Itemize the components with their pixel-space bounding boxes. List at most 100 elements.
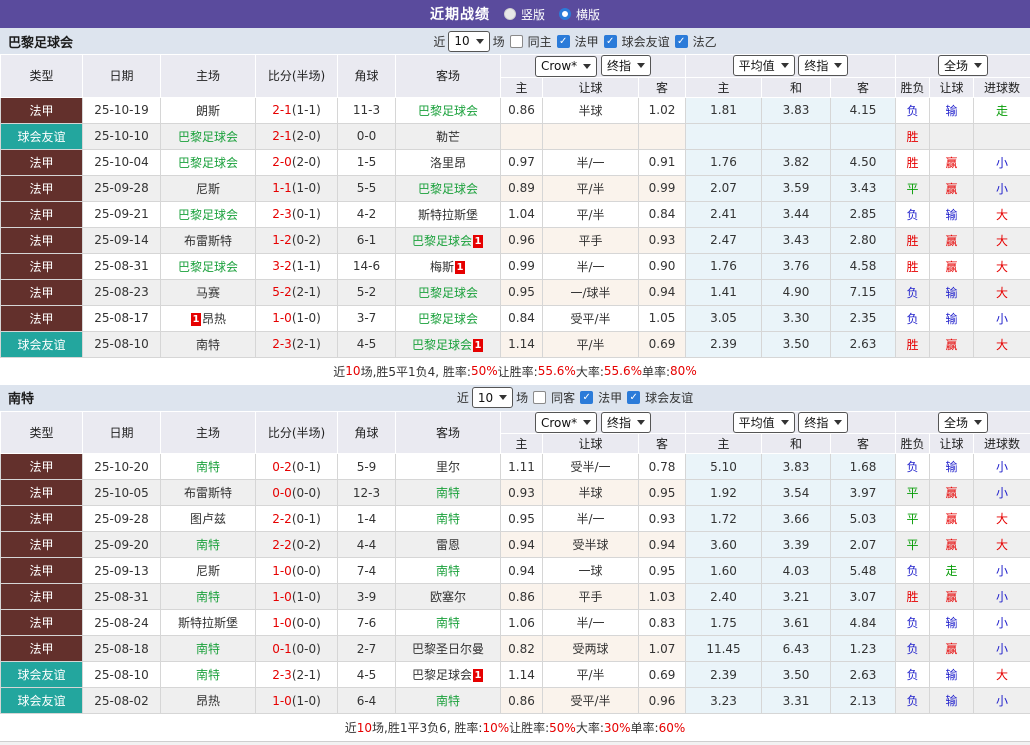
team-link[interactable]: 南特 xyxy=(196,538,220,552)
avg-draw-cell: 3.50 xyxy=(762,331,831,357)
odds-away-cell: 0.78 xyxy=(639,454,686,480)
league-checkbox[interactable]: ✓ xyxy=(627,391,640,404)
team-link[interactable]: 马赛 xyxy=(196,286,220,300)
result-group-header: 全场 xyxy=(896,411,1030,434)
team-link[interactable]: 巴黎足球会 xyxy=(418,104,478,118)
same-venue-checkbox[interactable] xyxy=(510,35,523,48)
home-team-cell: 巴黎足球会 xyxy=(161,149,256,175)
team-link[interactable]: 欧塞尔 xyxy=(430,590,466,604)
avg-home-cell: 3.23 xyxy=(686,688,762,714)
result-text: 负 xyxy=(907,694,919,708)
handicap-cell: 平/半 xyxy=(543,201,639,227)
result-text: 大 xyxy=(996,338,1008,352)
team-link[interactable]: 巴黎足球会 xyxy=(418,286,478,300)
average-time-select[interactable]: 终指 xyxy=(798,412,848,433)
league-checkbox-label: 法乙 xyxy=(693,33,717,50)
corner-cell: 3-9 xyxy=(338,584,396,610)
scope-select[interactable]: 全场 xyxy=(938,412,988,433)
radio-icon[interactable] xyxy=(504,8,516,20)
league-checkbox[interactable]: ✓ xyxy=(580,391,593,404)
goals-result-cell: 小 xyxy=(974,636,1030,662)
team-link[interactable]: 南特 xyxy=(196,642,220,656)
team-link[interactable]: 巴黎圣日尔曼 xyxy=(412,642,484,656)
top-bar: 近期战绩 竖版 横版 xyxy=(0,0,1030,28)
home-team-cell: 巴黎足球会 xyxy=(161,253,256,279)
team-link[interactable]: 斯特拉斯堡 xyxy=(418,208,478,222)
team-link[interactable]: 南特 xyxy=(436,694,460,708)
team-link[interactable]: 南特 xyxy=(436,486,460,500)
avg-home-cell xyxy=(686,123,762,149)
team-link[interactable]: 斯特拉斯堡 xyxy=(178,616,238,630)
odds-time-select[interactable]: 终指 xyxy=(601,412,651,433)
bookmaker-select[interactable]: Crow* xyxy=(535,412,597,433)
avg-draw-cell: 4.90 xyxy=(762,279,831,305)
result-cell: 负 xyxy=(896,636,930,662)
team-link[interactable]: 巴黎足球会 xyxy=(412,234,472,248)
filter-controls: 近10场同客✓法甲✓球会友谊 xyxy=(128,387,1022,408)
scope-select[interactable]: 全场 xyxy=(938,55,988,76)
team-link[interactable]: 南特 xyxy=(196,590,220,604)
team-link[interactable]: 巴黎足球会 xyxy=(412,338,472,352)
league-checkbox[interactable]: ✓ xyxy=(557,35,570,48)
radio-vertical-layout[interactable]: 竖版 xyxy=(504,6,545,23)
average-time-select[interactable]: 终指 xyxy=(798,55,848,76)
team-link[interactable]: 勒芒 xyxy=(436,130,460,144)
team-link[interactable]: 布雷斯特 xyxy=(184,234,232,248)
team-link[interactable]: 布雷斯特 xyxy=(184,486,232,500)
result-text: 走 xyxy=(946,564,958,578)
summary-segment: 50% xyxy=(471,364,498,378)
match-row: 法甲25-08-31巴黎足球会3-2(1-1)14-6梅斯10.99半/一0.9… xyxy=(1,253,1030,279)
team-link[interactable]: 南特 xyxy=(436,512,460,526)
team-link[interactable]: 南特 xyxy=(196,668,220,682)
team-link[interactable]: 朗斯 xyxy=(196,104,220,118)
team-link[interactable]: 南特 xyxy=(196,338,220,352)
result-text: 小 xyxy=(996,156,1008,170)
radio-horizontal-layout[interactable]: 横版 xyxy=(559,6,600,23)
average-time-select-value: 终指 xyxy=(804,57,828,74)
team-link[interactable]: 昂热 xyxy=(202,312,226,326)
team-link[interactable]: 雷恩 xyxy=(436,538,460,552)
team-link[interactable]: 巴黎足球会 xyxy=(178,130,238,144)
team-link[interactable]: 昂热 xyxy=(196,694,220,708)
league-checkbox[interactable]: ✓ xyxy=(604,35,617,48)
average-select[interactable]: 平均值 xyxy=(733,412,795,433)
match-count-select[interactable]: 10 xyxy=(448,31,489,52)
odds-home-cell: 0.97 xyxy=(501,149,543,175)
result-text: 小 xyxy=(996,486,1008,500)
score-fulltime: 1-2 xyxy=(272,233,292,247)
odds-time-select[interactable]: 终指 xyxy=(601,55,651,76)
team-link[interactable]: 巴黎足球会 xyxy=(178,208,238,222)
team-link[interactable]: 尼斯 xyxy=(196,182,220,196)
match-date-cell: 25-08-18 xyxy=(83,636,161,662)
corner-cell: 7-6 xyxy=(338,610,396,636)
team-link[interactable]: 南特 xyxy=(436,564,460,578)
odds-away-cell: 0.69 xyxy=(639,331,686,357)
column-header: 主 xyxy=(501,77,543,97)
score-halftime: (0-1) xyxy=(292,512,321,526)
team-link[interactable]: 尼斯 xyxy=(196,564,220,578)
team-link[interactable]: 巴黎足球会 xyxy=(178,156,238,170)
team-link[interactable]: 巴黎足球会 xyxy=(418,312,478,326)
bookmaker-select[interactable]: Crow* xyxy=(535,56,597,77)
team-link[interactable]: 里尔 xyxy=(436,460,460,474)
team-link[interactable]: 南特 xyxy=(196,460,220,474)
match-row: 法甲25-09-28尼斯1-1(1-0)5-5巴黎足球会0.89平/半0.992… xyxy=(1,175,1030,201)
result-text: 输 xyxy=(946,208,958,222)
radio-checked-icon[interactable] xyxy=(559,8,571,20)
team-link[interactable]: 南特 xyxy=(436,616,460,630)
same-venue-checkbox[interactable] xyxy=(533,391,546,404)
score-halftime: (1-1) xyxy=(292,259,321,273)
average-select[interactable]: 平均值 xyxy=(733,55,795,76)
team-link[interactable]: 巴黎足球会 xyxy=(418,182,478,196)
team-link[interactable]: 梅斯 xyxy=(430,260,454,274)
team-link[interactable]: 巴黎足球会 xyxy=(178,260,238,274)
match-count-select[interactable]: 10 xyxy=(472,387,513,408)
team-link[interactable]: 洛里昂 xyxy=(430,156,466,170)
column-header: 比分(半场) xyxy=(256,411,338,454)
result-cell: 负 xyxy=(896,279,930,305)
team-link[interactable]: 图卢兹 xyxy=(190,512,226,526)
team-link[interactable]: 巴黎足球会 xyxy=(412,668,472,682)
avg-home-cell: 1.60 xyxy=(686,558,762,584)
away-team-cell: 巴黎足球会1 xyxy=(396,331,501,357)
league-checkbox[interactable]: ✓ xyxy=(675,35,688,48)
